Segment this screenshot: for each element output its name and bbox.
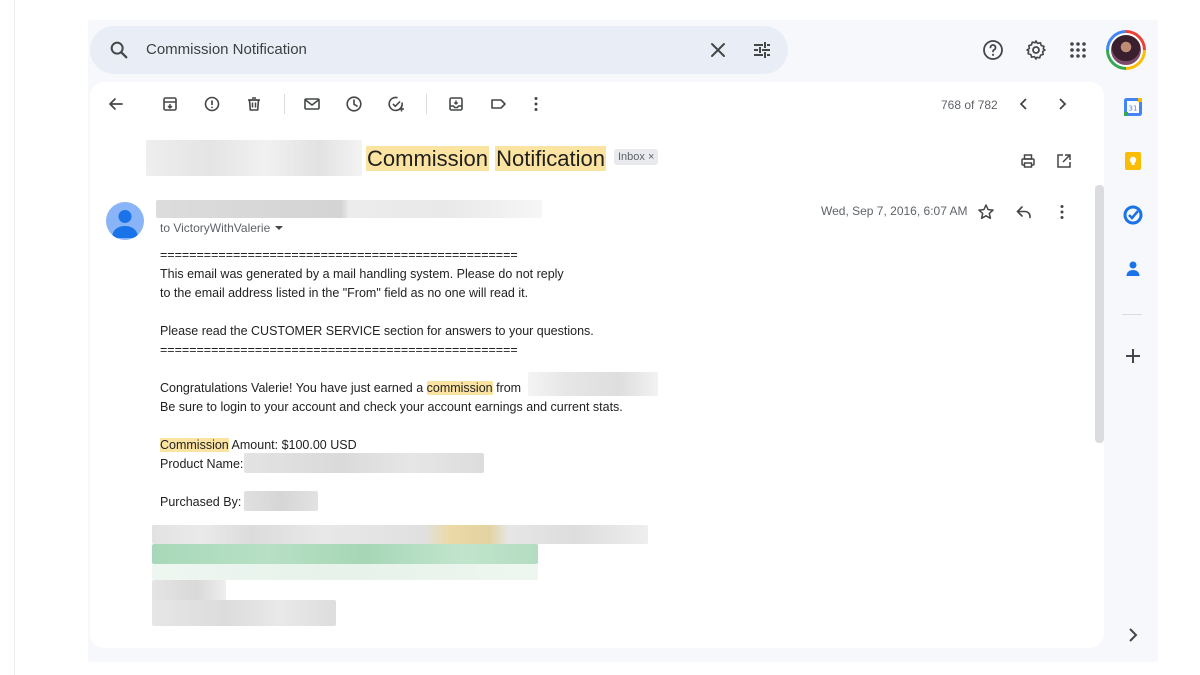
delete-icon[interactable] (244, 94, 264, 114)
pager-count: 768 of 782 (941, 98, 998, 112)
avatar-photo (1109, 33, 1143, 67)
gear-icon[interactable] (1024, 38, 1048, 62)
body-text-segment: from (492, 381, 522, 395)
chevron-right-icon[interactable] (1122, 624, 1144, 646)
body-text-segment: Congratulations Valerie! You have just e… (160, 381, 427, 395)
body-line: to the email address listed in the "From… (160, 286, 529, 300)
search-input[interactable]: Commission Notification (146, 41, 307, 58)
contacts-icon[interactable] (1122, 258, 1144, 280)
blurred-product-name (244, 453, 484, 473)
more-vert-icon[interactable] (1052, 202, 1072, 222)
archive-icon[interactable] (160, 94, 180, 114)
body-divider: ========================================… (160, 343, 518, 357)
chevron-left-icon[interactable] (1014, 94, 1034, 114)
chevron-right-icon[interactable] (1052, 94, 1072, 114)
recipient-line[interactable]: to VictoryWithValerie (160, 221, 284, 235)
product-name-label: Product Name: (160, 457, 244, 471)
caret-down-icon[interactable] (274, 224, 284, 232)
email-view: 768 of 782 Commission Notification Inbox … (90, 82, 1104, 648)
toolbar-divider (284, 94, 285, 114)
report-spam-icon[interactable] (202, 94, 222, 114)
blurred-subject-prefix (146, 140, 362, 176)
snooze-icon[interactable] (344, 94, 364, 114)
body-line-congrats: Congratulations Valerie! You have just e… (160, 379, 521, 398)
sender-avatar[interactable] (106, 202, 144, 240)
blurred-row (152, 600, 336, 626)
keep-icon[interactable] (1122, 150, 1144, 172)
blurred-row (152, 564, 538, 580)
close-icon[interactable] (706, 38, 730, 62)
gmail-frame: Commission Notification 768 of 782 Commi… (88, 20, 1158, 662)
toolbar-divider (426, 94, 427, 114)
inbox-label-chip[interactable]: Inbox × (614, 149, 659, 166)
move-to-icon[interactable] (446, 94, 466, 114)
recipient-text: to VictoryWithValerie (160, 221, 271, 235)
more-vert-icon[interactable] (526, 94, 546, 114)
email-date: Wed, Sep 7, 2016, 6:07 AM (821, 204, 968, 218)
search-term-highlight: commission (426, 381, 493, 395)
tune-icon[interactable] (750, 38, 774, 62)
open-new-window-icon[interactable] (1054, 151, 1074, 171)
svg-text:31: 31 (1129, 105, 1138, 113)
body-divider: ========================================… (160, 248, 518, 262)
help-icon[interactable] (981, 38, 1005, 62)
body-text-segment: Amount: $100.00 USD (228, 438, 357, 452)
body-line: Please read the CUSTOMER SERVICE section… (160, 324, 594, 338)
blurred-highlighted-row (152, 544, 538, 564)
mark-unread-icon[interactable] (302, 94, 322, 114)
scrollbar-thumb[interactable] (1095, 185, 1104, 443)
tasks-icon[interactable] (1122, 204, 1144, 226)
purchased-by-label: Purchased By: (160, 495, 242, 509)
add-task-icon[interactable] (386, 94, 406, 114)
person-icon (112, 210, 138, 238)
reply-icon[interactable] (1014, 202, 1034, 222)
page-left-rule (14, 0, 15, 675)
body-line: This email was generated by a mail handl… (160, 267, 564, 281)
body-line: Be sure to login to your account and che… (160, 400, 623, 414)
side-panel-divider (1122, 314, 1142, 315)
blurred-sender-name (156, 200, 542, 218)
subject-highlight: Commission (366, 146, 490, 171)
subject-highlight: Notification (495, 146, 606, 171)
label-icon[interactable] (488, 94, 508, 114)
apps-grid-icon[interactable] (1066, 38, 1090, 62)
star-icon[interactable] (976, 202, 996, 222)
search-bar[interactable]: Commission Notification (90, 26, 788, 74)
print-icon[interactable] (1018, 151, 1038, 171)
blurred-purchaser (244, 491, 318, 511)
search-term-highlight: Commission (160, 438, 229, 452)
email-subject: Commission Notification Inbox × (366, 146, 659, 172)
plus-icon[interactable] (1122, 345, 1144, 367)
blurred-link-row (152, 525, 648, 544)
search-icon[interactable] (108, 39, 130, 61)
blurred-merchant-name (528, 372, 658, 396)
back-arrow-icon[interactable] (106, 94, 126, 114)
calendar-icon[interactable]: 31 (1122, 96, 1144, 118)
account-avatar[interactable] (1106, 30, 1146, 70)
